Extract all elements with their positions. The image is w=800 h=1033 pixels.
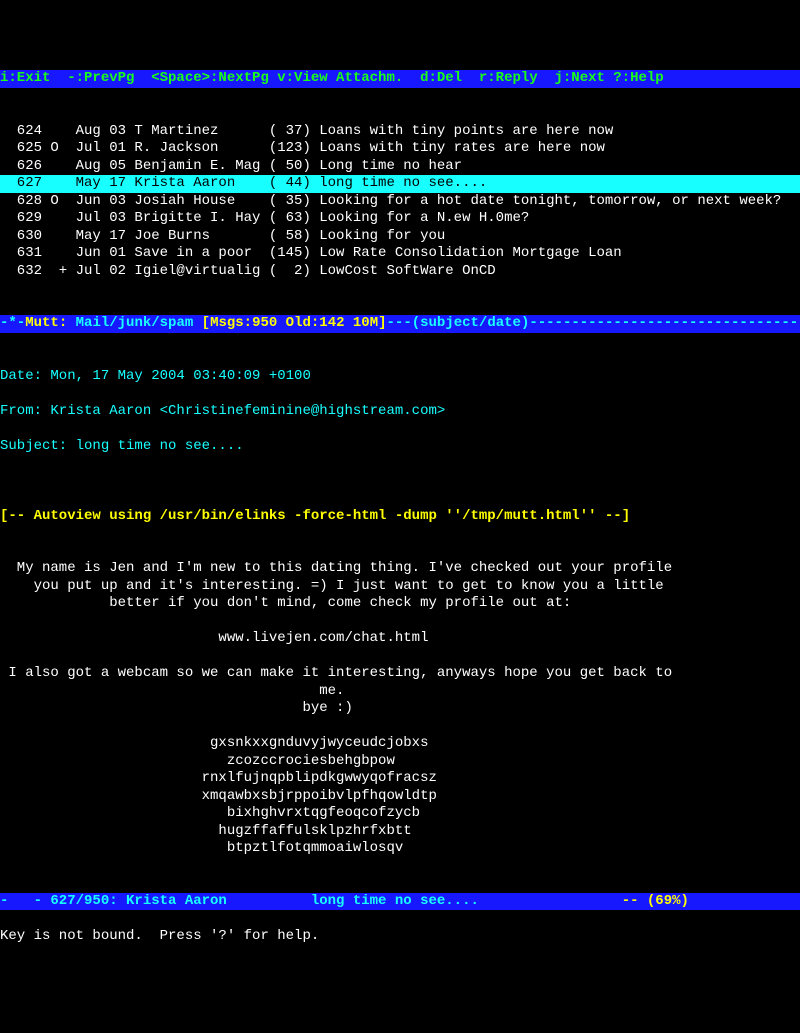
top-keybind-bar: i:Exit -:PrevPg <Space>:NextPg v:View At… [0,70,800,88]
footer-status-bar: - - 627/950: Krista Aaron long time no s… [0,893,800,911]
message-row[interactable]: 624 Aug 03 T Martinez ( 37) Loans with t… [0,123,800,141]
body-line: My name is Jen and I'm new to this datin… [0,560,800,578]
help-line: Key is not bound. Press '?' for help. [0,928,800,946]
body-line: bye :) [0,700,800,718]
message-row[interactable]: 629 Jul 03 Brigitte I. Hay ( 63) Looking… [0,210,800,228]
body-line: I also got a webcam so we can make it in… [0,665,800,683]
header-date: Date: Mon, 17 May 2004 03:40:09 +0100 [0,368,800,386]
message-row[interactable]: 625 O Jul 01 R. Jackson (123) Loans with… [0,140,800,158]
body-line: xmqawbxsbjrppoibvlpfhqowldtp [0,788,800,806]
message-body: My name is Jen and I'm new to this datin… [0,560,800,858]
body-line [0,718,800,736]
header-subject: Subject: long time no see.... [0,438,800,456]
body-line: bixhghvrxtqgfeoqcofzycb [0,805,800,823]
body-line: me. [0,683,800,701]
message-row[interactable]: 632 + Jul 02 Igiel@virtualig ( 2) LowCos… [0,263,800,281]
body-line: www.livejen.com/chat.html [0,630,800,648]
body-line: gxsnkxxgnduvyjwyceudcjobxs [0,735,800,753]
message-row[interactable]: 626 Aug 05 Benjamin E. Mag ( 50) Long ti… [0,158,800,176]
autoview-banner: [-- Autoview using /usr/bin/elinks -forc… [0,508,800,526]
body-line: hugzffaffulsklpzhrfxbtt [0,823,800,841]
body-line [0,613,800,631]
body-line: zcozccrociesbehgbpow [0,753,800,771]
body-line: btpztlfotqmmoaiwlosqv [0,840,800,858]
body-line [0,648,800,666]
body-line: you put up and it's interesting. =) I ju… [0,578,800,596]
body-line: better if you don't mind, come check my … [0,595,800,613]
message-row-selected[interactable]: 627 May 17 Krista Aaron ( 44) long time … [0,175,800,193]
body-line: rnxlfujnqpblipdkgwwyqofracsz [0,770,800,788]
message-row[interactable]: 630 May 17 Joe Burns ( 58) Looking for y… [0,228,800,246]
message-row[interactable]: 628 O Jun 03 Josiah House ( 35) Looking … [0,193,800,211]
message-index[interactable]: 624 Aug 03 T Martinez ( 37) Loans with t… [0,123,800,281]
header-from: From: Krista Aaron <Christinefeminine@hi… [0,403,800,421]
message-row[interactable]: 631 Jun 01 Save in a poor (145) Low Rate… [0,245,800,263]
blank-line [0,473,800,491]
status-bar: -*-Mutt: Mail/junk/spam [Msgs:950 Old:14… [0,315,800,333]
